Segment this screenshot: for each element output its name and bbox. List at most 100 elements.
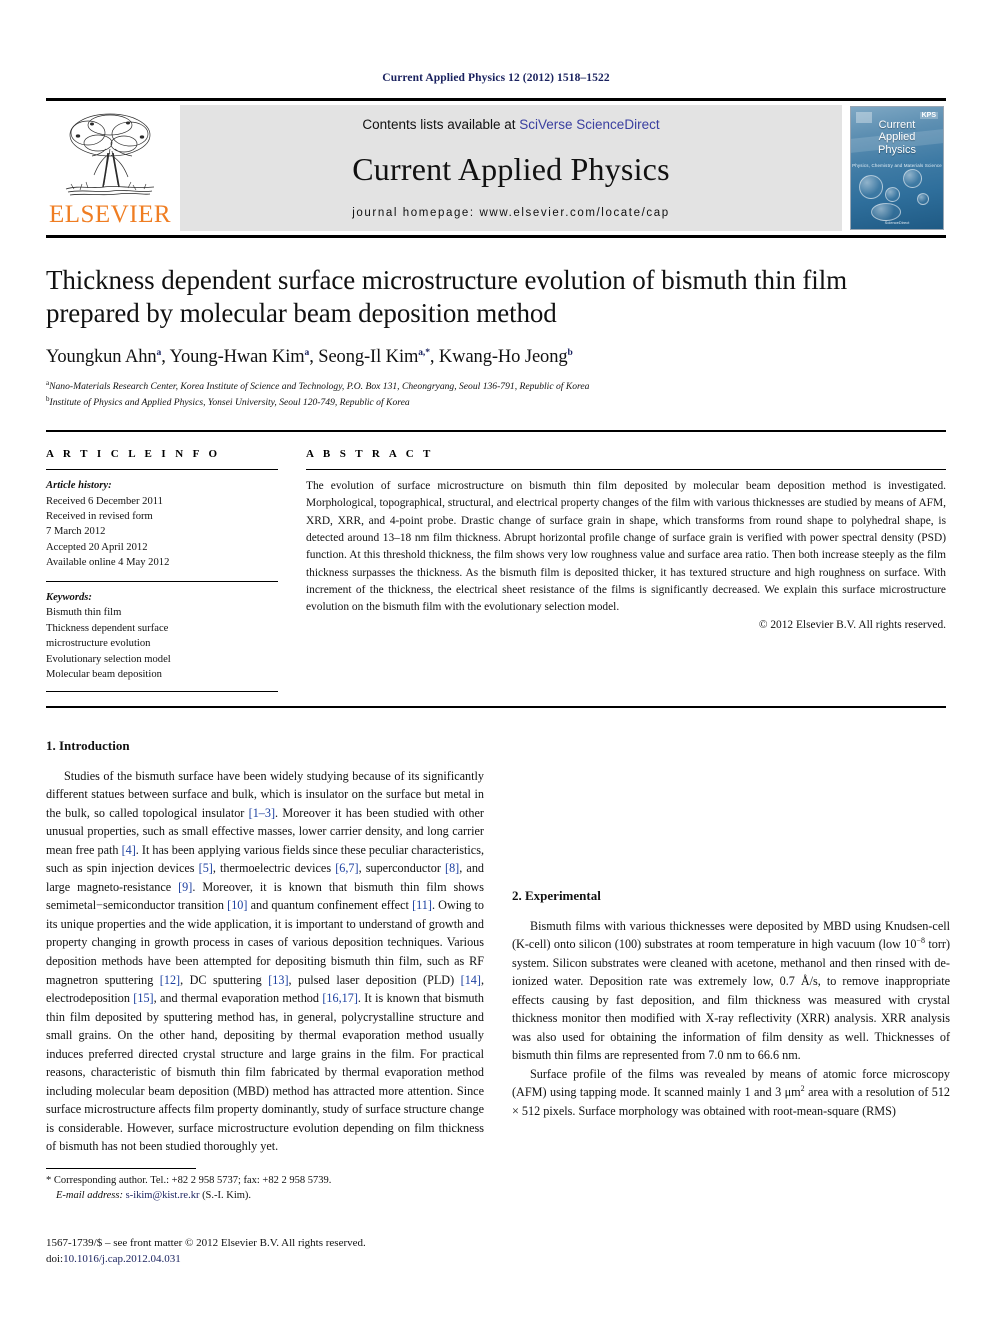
citation-ref[interactable]: [5] [199,861,213,875]
abstract-text: The evolution of surface microstructure … [306,480,946,614]
keyword-item: Evolutionary selection model [46,653,171,665]
journal-masthead: ELSEVIER Contents lists available at Sci… [46,98,946,231]
text-run: Bismuth films with various thicknesses w… [512,918,950,952]
journal-title: Current Applied Physics [352,151,670,187]
journal-cover-cell: KPS Current Applied Physics Physics, Che… [848,105,946,231]
author-affiliation-marker: a [156,347,162,358]
issn-copyright-block: 1567-1739/$ – see front matter © 2012 El… [46,1236,506,1268]
email-suffix: (S.-I. Kim). [202,1189,252,1201]
text-run: , superconductor [358,861,446,876]
elsevier-wordmark: ELSEVIER [48,201,172,228]
author-name: Seong-Il Kim [318,346,419,367]
citation-ref[interactable]: [15] [133,991,153,1005]
text-run: and quantum confinement effect [247,898,413,913]
elsevier-logo: ELSEVIER [46,105,174,231]
article-history-label: Article history: [46,480,112,492]
cover-bubble [903,169,922,188]
text-run: , DC sputtering [180,972,269,987]
citation-ref[interactable]: [8] [445,861,459,875]
keywords-top-rule [46,580,278,582]
citation-ref[interactable]: [14] [461,973,481,987]
doi-prefix: doi: [46,1252,64,1265]
doi-link[interactable]: 10.1016/j.cap.2012.04.031 [63,1253,181,1265]
article-info-rule [46,469,278,471]
text-run: , pulsed laser deposition (PLD) [288,972,461,987]
citation-ref[interactable]: [10] [227,898,247,912]
article-info-column: A R T I C L E I N F O Article history: R… [46,448,278,692]
email-note: E-mail address: s-ikim@kist.re.kr (S.-I.… [46,1189,484,1204]
author-affiliation-marker: a [304,347,310,358]
text-run: torr) system. Silicon substrates were cl… [512,937,950,1063]
article-history: Article history: Received 6 December 201… [46,478,278,571]
keyword-item: microstructure evolution [46,638,151,650]
citation-ref[interactable]: [6,7] [335,861,358,875]
info-bottom-rule [46,705,946,708]
masthead-bottom-rule [46,235,946,238]
info-abstract-area: A R T I C L E I N F O Article history: R… [46,432,946,692]
experimental-paragraph-2: Surface profile of the films was reveale… [512,1065,950,1121]
corresponding-author-note: * Corresponding author. Tel.: +82 2 958 … [46,1175,332,1186]
keyword-item: Molecular beam deposition [46,669,162,681]
abstract-rule [306,469,946,471]
text-run: , and thermal evaporation method [153,991,323,1006]
email-label: E-mail address: [56,1189,123,1201]
cover-bubble [871,203,901,221]
affiliation-item: aNano-Materials Research Center, Korea I… [46,378,946,394]
page-title: Thickness dependent surface microstructu… [46,265,847,328]
cover-bubble [885,187,900,202]
article-info-heading: A R T I C L E I N F O [46,448,221,461]
contents-available-line: Contents lists available at SciVerse Sci… [362,117,659,132]
keywords-block: Keywords: Bismuth thin film Thickness de… [46,590,278,683]
cover-bubble [917,193,929,205]
history-item: 7 March 2012 [46,526,106,538]
right-column: 2. Experimental Bismuth films with vario… [512,738,950,1156]
body-columns: 1. Introduction Studies of the bismuth s… [46,737,950,1156]
citation-ref[interactable]: [1–3] [249,806,275,820]
citation-ref[interactable]: [16,17] [322,991,358,1005]
affiliation-list: aNano-Materials Research Center, Korea I… [46,378,946,410]
email-address-link[interactable]: s-ikim@kist.re.kr [126,1190,200,1201]
abstract-heading: A B S T R A C T [306,448,434,461]
text-run: , thermoelectric devices [212,861,336,876]
author-affiliation-marker: a,* [418,347,430,358]
footnote-rule [46,1168,196,1169]
journal-cover-thumbnail: KPS Current Applied Physics Physics, Che… [850,106,944,230]
cover-title-line2: Applied [878,131,916,144]
author-name: Youngkun Ahn [46,346,157,367]
affiliation-text: Nano-Materials Research Center, Korea In… [49,381,590,393]
journal-homepage-link[interactable]: journal homepage: www.elsevier.com/locat… [352,207,669,219]
author-list: Youngkun Ahna, Young-Hwan Kima, Seong-Il… [46,346,573,367]
cover-title: Current Applied Physics [851,119,943,156]
footnote-block: * Corresponding author. Tel.: +82 2 958 … [46,1168,484,1204]
paper-page: Current Applied Physics 12 (2012) 1518–1… [0,0,992,1323]
cover-footer: ScienceDirect [884,220,910,225]
citation-ref[interactable]: [9] [178,880,192,894]
affiliation-item: bInstitute of Physics and Applied Physic… [46,394,946,410]
issn-line: 1567-1739/$ – see front matter © 2012 El… [46,1237,366,1249]
history-item: Accepted 20 April 2012 [46,541,148,553]
abstract-copyright: © 2012 Elsevier B.V. All rights reserved… [758,618,946,631]
cover-kps-badge: KPS [919,112,938,119]
doi-line: doi:10.1016/j.cap.2012.04.031 [46,1252,506,1268]
intro-paragraph: Studies of the bismuth surface have been… [46,767,484,1156]
cover-title-line1: Current [878,119,916,131]
citation-ref[interactable]: [4] [122,843,136,857]
author-affiliation-marker: b [567,347,573,358]
history-item: Available online 4 May 2012 [46,557,170,569]
cover-bubble [859,175,883,199]
keywords-bottom-rule [46,690,278,692]
keywords-label: Keywords: [46,591,92,603]
citation-ref[interactable]: [12] [160,973,180,987]
cover-title-line3: Physics [878,143,916,156]
contents-prefix: Contents lists available at [362,117,520,132]
superscript-exponent: −8 [916,936,925,946]
elsevier-tree-icon [65,113,155,196]
citation-ref[interactable]: [13] [268,973,288,987]
keyword-item: Thickness dependent surface [46,622,169,634]
author-name: Kwang-Ho Jeong [438,346,568,367]
section-heading-introduction: 1. Introduction [46,737,130,753]
cover-subtitle: Physics, Chemistry and Materials Science [852,163,942,168]
citation-ref[interactable]: [11] [412,898,432,912]
title-block: Thickness dependent surface microstructu… [46,264,946,410]
sciencedirect-link[interactable]: SciVerse ScienceDirect [519,117,659,132]
